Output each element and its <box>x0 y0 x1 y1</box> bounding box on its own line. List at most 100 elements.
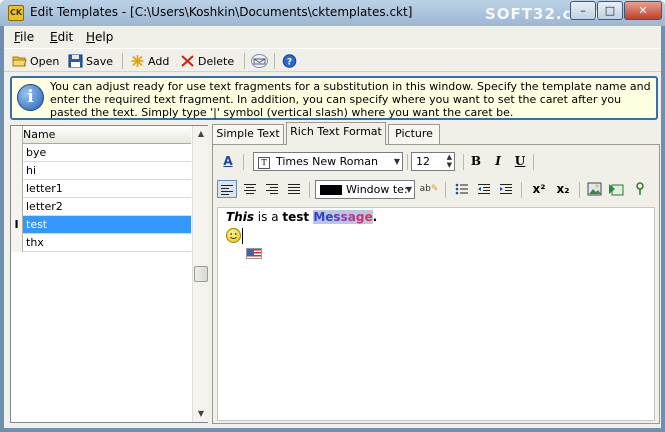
toolbar-separator <box>407 154 408 170</box>
doc-colored-letter: M <box>313 210 326 224</box>
list-item[interactable]: letter1 <box>23 180 191 198</box>
font-style-icon[interactable]: A <box>219 152 237 170</box>
toolbar-separator <box>244 53 245 69</box>
chevron-down-icon: ▼ <box>405 185 412 194</box>
toolbar-separator <box>243 154 244 170</box>
underline-button[interactable]: U <box>511 152 529 170</box>
toolbar-separator <box>579 182 580 198</box>
bullet-list-icon[interactable] <box>453 180 471 198</box>
open-button[interactable]: Open <box>12 52 59 70</box>
help-icon: ? <box>282 54 297 68</box>
italic-button[interactable]: I <box>489 152 507 170</box>
doc-colored-letter: s <box>340 210 348 224</box>
doc-italic-word: This <box>226 210 254 224</box>
row-indicator <box>11 144 23 162</box>
menu-help[interactable]: Help <box>86 30 113 44</box>
align-right-icon[interactable] <box>263 180 281 198</box>
tab-rich-text-format[interactable]: Rich Text Format <box>286 122 386 145</box>
subscript-button[interactable]: x₂ <box>553 180 573 198</box>
info-icon: i <box>17 84 44 111</box>
open-label: Open <box>30 54 60 68</box>
rtf-document[interactable]: This is a test Message. <box>217 207 655 421</box>
toolbar-separator <box>521 182 522 198</box>
bold-button[interactable]: B <box>467 152 485 170</box>
font-name-select[interactable]: T Times New Roman ▼ <box>253 152 403 171</box>
toolbar: Open Save Add Delete ? <box>4 48 661 72</box>
app-window: CK Edit Templates - [C:\Users\Koshkin\Do… <box>0 0 665 432</box>
highlight-icon[interactable]: ab✎ <box>419 180 439 198</box>
toolbar-separator <box>463 154 464 170</box>
folder-icon <box>12 56 27 67</box>
text-caret <box>242 228 243 244</box>
tab-simple-text[interactable]: Simple Text <box>212 124 284 144</box>
maximize-button[interactable]: □ <box>597 1 623 20</box>
toolbar-separator <box>274 53 275 69</box>
save-button[interactable]: Save <box>68 52 113 70</box>
menu-edit-accel: E <box>50 30 58 44</box>
add-button[interactable]: Add <box>130 52 169 70</box>
menu-help-accel: H <box>86 30 96 44</box>
floppy-icon <box>68 54 83 68</box>
insert-special-icon[interactable] <box>631 180 649 198</box>
doc-bold-word: test <box>282 210 310 224</box>
add-label: Add <box>148 54 170 68</box>
tab-picture[interactable]: Picture <box>388 124 440 144</box>
menu-bar: File Edit Help <box>4 28 661 46</box>
decrease-indent-icon[interactable] <box>475 180 493 198</box>
font-size-stepper[interactable]: 12 ▲ ▼ <box>411 152 455 171</box>
menu-edit-label: dit <box>57 30 74 44</box>
doc-colored-letter: a <box>347 210 356 224</box>
align-center-icon[interactable] <box>241 180 259 198</box>
toolbar-separator <box>309 182 310 198</box>
list-item[interactable]: hi <box>23 162 191 180</box>
email-button[interactable] <box>251 52 268 70</box>
menu-file-label: ile <box>20 30 35 44</box>
menu-help-label: elp <box>95 30 114 44</box>
doc-colored-word: Message <box>313 210 373 224</box>
list-item[interactable]: test <box>23 216 191 234</box>
align-left-icon[interactable] <box>217 180 237 198</box>
list-item[interactable]: bye <box>23 144 191 162</box>
document-text: This is a test Message. <box>226 210 377 224</box>
insert-object-icon[interactable] <box>607 180 625 198</box>
scroll-up-arrow-icon[interactable]: ▲ <box>193 126 209 142</box>
text-color-select[interactable]: Window te: ▼ <box>315 180 415 199</box>
row-indicator <box>11 234 23 252</box>
list-item[interactable]: letter2 <box>23 198 191 216</box>
us-flag-icon <box>246 248 262 259</box>
row-indicator <box>11 126 23 144</box>
menu-file[interactable]: File <box>14 30 34 44</box>
help-button[interactable]: ? <box>282 52 297 70</box>
increase-indent-icon[interactable] <box>497 180 515 198</box>
spin-arrows-icon: ▲ ▼ <box>446 153 452 169</box>
list-header[interactable]: Name <box>11 126 191 144</box>
justify-icon[interactable] <box>285 180 303 198</box>
close-button[interactable]: ✕ <box>624 1 662 20</box>
superscript-button[interactable]: x² <box>529 180 549 198</box>
truetype-font-icon: T <box>258 157 270 169</box>
app-icon: CK <box>8 5 24 21</box>
template-list: Name bye hi letter1 letter2 Itest thx ▲ ▼ <box>10 125 208 423</box>
smiley-icon <box>226 228 241 243</box>
save-label: Save <box>86 54 114 68</box>
insert-picture-icon[interactable] <box>585 180 603 198</box>
list-item[interactable]: thx <box>23 234 191 252</box>
delete-label: Delete <box>198 54 235 68</box>
delete-button[interactable]: Delete <box>180 52 234 70</box>
info-text: You can adjust ready for use text fragme… <box>50 80 651 119</box>
scroll-down-arrow-icon[interactable]: ▼ <box>193 406 209 422</box>
chevron-down-icon: ▼ <box>393 157 400 166</box>
minimize-button[interactable]: – <box>570 1 596 20</box>
envelope-icon <box>251 54 268 68</box>
list-scrollbar[interactable]: ▲ ▼ <box>192 126 208 422</box>
scroll-thumb[interactable] <box>194 266 208 282</box>
doc-colored-letter: e <box>364 210 373 224</box>
info-panel: i You can adjust ready for use text frag… <box>10 76 658 120</box>
text-color-value: Window te: <box>346 183 408 196</box>
client-area: File Edit Help Open Save Add Delete ? i … <box>4 26 661 428</box>
window-title: Edit Templates - [C:\Users\Koshkin\Docum… <box>30 5 413 19</box>
toolbar-separator <box>122 53 123 69</box>
menu-edit[interactable]: Edit <box>50 30 73 44</box>
title-bar[interactable]: CK Edit Templates - [C:\Users\Koshkin\Do… <box>0 0 665 26</box>
row-indicator <box>11 198 23 216</box>
